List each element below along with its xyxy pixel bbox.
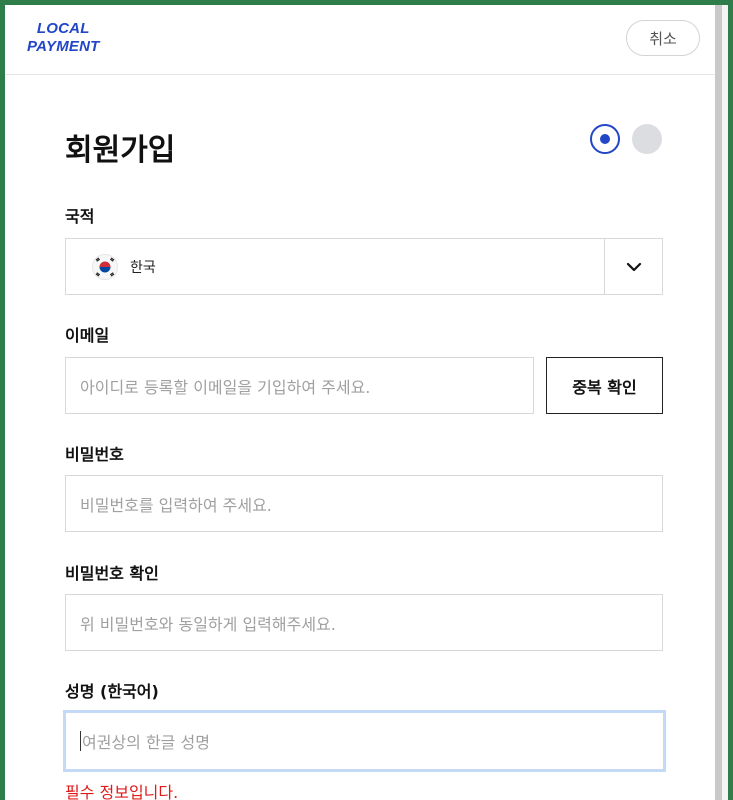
korean-name-input[interactable]: 여권상의 한글 성명 — [63, 710, 666, 772]
nationality-label: 국적 — [65, 207, 95, 226]
logo-line-1: LOCAL — [36, 20, 90, 37]
text-caret — [80, 731, 81, 751]
header: LOCAL PAYMENT 취소 — [5, 5, 715, 75]
logo-line-2: PAYMENT — [27, 38, 100, 55]
korean-name-placeholder: 여권상의 한글 성명 — [82, 733, 210, 752]
logo[interactable]: LOCAL PAYMENT — [27, 20, 100, 56]
name-error-message: 필수 정보입니다. — [65, 783, 179, 800]
scrollbar-track[interactable] — [722, 5, 728, 800]
nationality-selected-value: 한국 — [130, 259, 156, 276]
name-label: 성명 (한국어) — [65, 682, 159, 701]
nationality-select[interactable]: 한국 — [65, 238, 663, 295]
chevron-down-icon[interactable] — [604, 239, 662, 294]
step-indicator-2 — [632, 124, 662, 154]
cancel-button[interactable]: 취소 — [626, 20, 700, 56]
password-confirm-label: 비밀번호 확인 — [65, 564, 159, 583]
scrollbar-thumb[interactable] — [715, 5, 722, 800]
password-label: 비밀번호 — [65, 445, 124, 464]
page-title: 회원가입 — [65, 133, 176, 168]
password-confirm-input[interactable]: 위 비밀번호와 동일하게 입력해주세요. — [65, 594, 663, 651]
south-korea-flag-icon — [92, 253, 118, 280]
duplicate-check-button[interactable]: 중복 확인 — [546, 357, 663, 414]
step-indicator-1 — [590, 124, 620, 154]
email-input[interactable]: 아이디로 등록할 이메일을 기입하여 주세요. — [65, 357, 534, 414]
signup-window: LOCAL PAYMENT 취소 회원가입 국적 한국 이메일 아이디로 등록할… — [5, 5, 715, 800]
password-input[interactable]: 비밀번호를 입력하여 주세요. — [65, 475, 663, 532]
email-label: 이메일 — [65, 326, 110, 345]
